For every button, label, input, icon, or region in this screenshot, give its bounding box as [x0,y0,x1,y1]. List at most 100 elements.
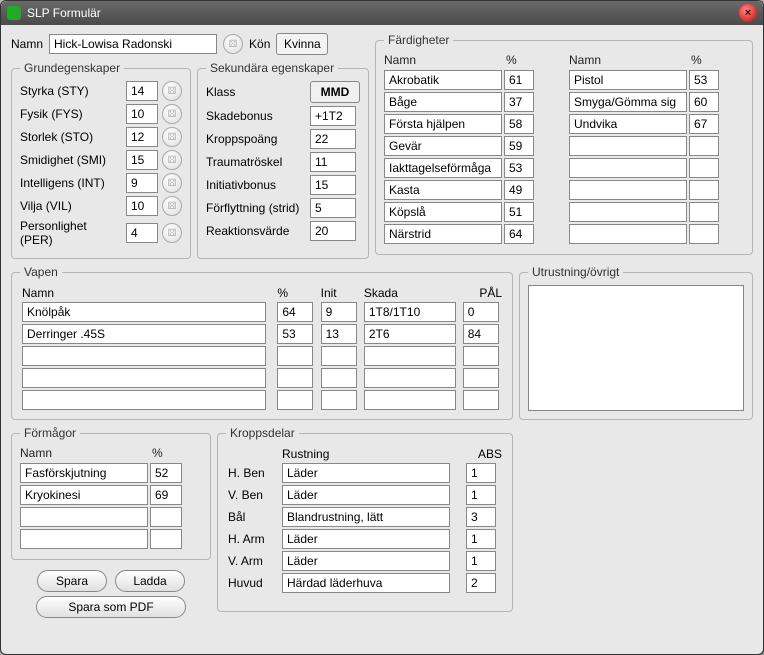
vapen-name[interactable] [22,346,266,366]
skill-name[interactable] [384,114,502,134]
form-name[interactable] [20,485,148,505]
skill-pct[interactable] [504,136,534,156]
grund-value[interactable] [126,127,158,147]
grund-value[interactable] [126,150,158,170]
vapen-pct[interactable] [277,368,313,388]
skill-pct[interactable] [504,158,534,178]
sek-value[interactable] [310,129,356,149]
kropp-rust[interactable] [282,573,450,593]
vapen-pal[interactable] [463,302,499,322]
close-icon[interactable]: × [739,4,757,22]
skill-name[interactable] [569,158,687,178]
sek-value[interactable] [310,198,356,218]
grund-value[interactable] [126,196,158,216]
form-pct[interactable] [150,485,182,505]
kropp-rust[interactable] [282,507,450,527]
dice-icon[interactable]: ⚄ [162,223,182,243]
skill-name[interactable] [384,158,502,178]
vapen-skada[interactable] [364,302,456,322]
skill-pct[interactable] [504,202,534,222]
skill-name[interactable] [569,92,687,112]
form-name[interactable] [20,507,148,527]
skill-pct[interactable] [504,92,534,112]
dice-icon[interactable]: ⚄ [162,127,182,147]
skill-name[interactable] [384,92,502,112]
sek-value[interactable] [310,175,356,195]
grund-value[interactable] [126,104,158,124]
skill-pct[interactable] [689,158,719,178]
kropp-rust[interactable] [282,551,450,571]
skill-name[interactable] [569,70,687,90]
vapen-pal[interactable] [463,324,499,344]
vapen-init[interactable] [321,368,357,388]
kropp-abs[interactable] [466,529,496,549]
vapen-skada[interactable] [364,390,456,410]
sek-value[interactable] [310,221,356,241]
vapen-name[interactable] [22,302,266,322]
kropp-abs[interactable] [466,551,496,571]
skill-name[interactable] [384,180,502,200]
kropp-rust[interactable] [282,529,450,549]
save-button[interactable]: Spara [37,570,107,592]
vapen-init[interactable] [321,346,357,366]
grund-value[interactable] [126,173,158,193]
vapen-skada[interactable] [364,368,456,388]
skill-pct[interactable] [504,180,534,200]
vapen-name[interactable] [22,390,266,410]
vapen-init[interactable] [321,390,357,410]
form-name[interactable] [20,529,148,549]
skill-name[interactable] [569,180,687,200]
dice-name-icon[interactable]: ⚄ [223,34,243,54]
skill-pct[interactable] [504,114,534,134]
grund-value[interactable] [126,223,158,243]
pdf-button[interactable]: Spara som PDF [36,596,186,618]
vapen-name[interactable] [22,324,266,344]
skill-name[interactable] [569,224,687,244]
dice-icon[interactable]: ⚄ [162,196,182,216]
vapen-skada[interactable] [364,346,456,366]
form-pct[interactable] [150,529,182,549]
kropp-abs[interactable] [466,485,496,505]
utrust-textarea[interactable] [528,285,744,411]
dice-icon[interactable]: ⚄ [162,81,182,101]
skill-pct[interactable] [689,202,719,222]
skill-pct[interactable] [689,180,719,200]
skill-name[interactable] [569,136,687,156]
skill-name[interactable] [384,70,502,90]
skill-pct[interactable] [689,114,719,134]
skill-name[interactable] [384,136,502,156]
vapen-name[interactable] [22,368,266,388]
kropp-rust[interactable] [282,463,450,483]
skill-pct[interactable] [504,70,534,90]
dice-icon[interactable]: ⚄ [162,173,182,193]
skill-pct[interactable] [689,70,719,90]
form-pct[interactable] [150,507,182,527]
sek-value[interactable] [310,106,356,126]
skill-pct[interactable] [689,224,719,244]
skill-pct[interactable] [689,92,719,112]
vapen-pct[interactable] [277,302,313,322]
klass-button[interactable]: MMD [310,81,360,103]
sek-value[interactable] [310,152,356,172]
dice-icon[interactable]: ⚄ [162,150,182,170]
skill-name[interactable] [384,224,502,244]
skill-name[interactable] [384,202,502,222]
name-input[interactable] [49,34,217,54]
skill-name[interactable] [569,202,687,222]
kropp-abs[interactable] [466,463,496,483]
skill-pct[interactable] [504,224,534,244]
vapen-pct[interactable] [277,324,313,344]
vapen-pct[interactable] [277,346,313,366]
dice-icon[interactable]: ⚄ [162,104,182,124]
skill-pct[interactable] [689,136,719,156]
gender-button[interactable]: Kvinna [276,33,328,55]
vapen-pal[interactable] [463,390,499,410]
vapen-init[interactable] [321,324,357,344]
grund-value[interactable] [126,81,158,101]
kropp-abs[interactable] [466,507,496,527]
vapen-init[interactable] [321,302,357,322]
vapen-pct[interactable] [277,390,313,410]
form-pct[interactable] [150,463,182,483]
skill-name[interactable] [569,114,687,134]
vapen-pal[interactable] [463,368,499,388]
